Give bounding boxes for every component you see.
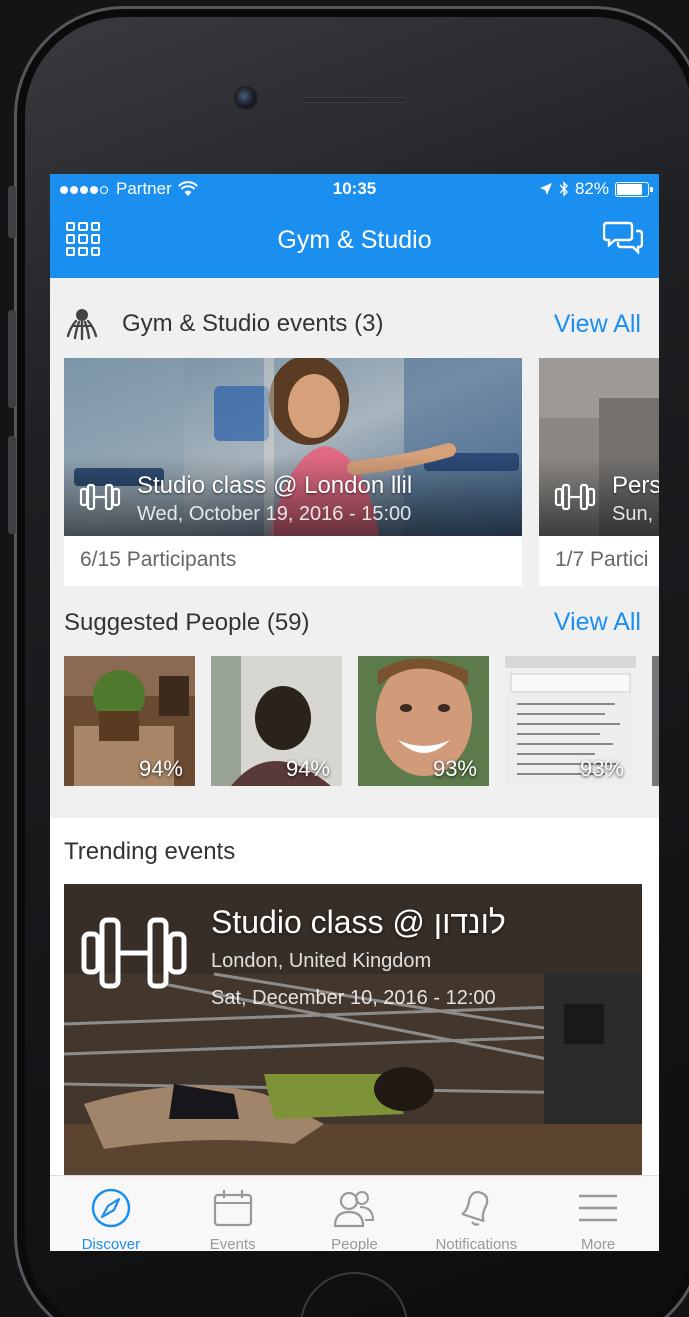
trending-title: Trending events	[64, 838, 236, 865]
match-percentage: 93%	[432, 756, 477, 781]
wifi-icon	[177, 181, 198, 196]
tab-label: Events	[209, 1236, 256, 1251]
event-name: Pers	[612, 472, 659, 499]
tab-label: Notifications	[435, 1236, 518, 1251]
event-card[interactable]: Pers Sun, 1/7 Partici	[539, 358, 659, 586]
octopus-category-icon	[66, 309, 98, 341]
gym-events-header: Gym & Studio events (3) View All	[64, 306, 641, 342]
trending-event-location: London, United Kingdom	[211, 950, 432, 972]
suggested-person-card[interactable]: 93%	[505, 656, 636, 786]
dumbbell-icon	[81, 917, 187, 989]
battery-percent: 82%	[574, 179, 609, 198]
dumbbell-icon	[79, 483, 121, 511]
trending-event-card[interactable]: Studio class @ לונדון London, United Kin…	[64, 884, 642, 1179]
event-date: Sun,	[612, 503, 654, 525]
tab-notifications[interactable]: Notifications	[415, 1176, 537, 1251]
suggested-person-card[interactable]: 94%	[211, 656, 342, 786]
volume-down-button	[8, 436, 16, 534]
app-screen: Partner 10:35 82% Gym & Studio Gym & Stu…	[50, 174, 659, 1251]
mute-switch	[8, 186, 16, 238]
suggested-people-row: 94% 94% 93% 93%	[64, 656, 659, 786]
gym-events-view-all-link[interactable]: View All	[554, 310, 641, 339]
suggested-people-header: Suggested People (59) View All	[64, 608, 641, 637]
status-bar: Partner 10:35 82%	[50, 174, 659, 204]
bluetooth-icon	[559, 181, 568, 197]
suggested-person-card[interactable]: 94%	[64, 656, 195, 786]
match-percentage: 93%	[579, 756, 624, 781]
match-percentage: 94%	[138, 756, 183, 781]
suggested-person-card[interactable]: 93%	[358, 656, 489, 786]
carrier-name: Partner	[116, 179, 172, 198]
event-participants: 6/15 Participants	[80, 548, 237, 571]
trending-event-name: Studio class @ לונדון	[211, 904, 506, 940]
suggested-person-card[interactable]	[652, 656, 659, 786]
battery-icon	[615, 181, 653, 197]
chat-bubbles-icon[interactable]	[603, 220, 643, 256]
trending-header: Trending events	[64, 838, 641, 866]
event-participants: 1/7 Partici	[555, 548, 649, 571]
tab-bar: Discover Events People Notifications Mor…	[50, 1175, 659, 1251]
signal-dots-icon	[60, 179, 110, 199]
front-camera	[234, 86, 258, 110]
volume-up-button	[8, 310, 16, 408]
location-arrow-icon	[539, 183, 552, 195]
navigation-bar: Gym & Studio	[50, 204, 659, 278]
tab-people[interactable]: People	[294, 1176, 416, 1251]
earpiece-speaker	[300, 97, 408, 103]
tab-label: Discover	[81, 1236, 141, 1251]
event-card[interactable]: Studio class @ London llil Wed, October …	[64, 358, 522, 586]
tab-events[interactable]: Events	[172, 1176, 294, 1251]
suggested-people-title: Suggested People (59)	[64, 608, 310, 636]
hamburger-icon	[579, 1194, 618, 1222]
tab-discover[interactable]: Discover	[50, 1176, 172, 1251]
event-name: Studio class @ London llil	[137, 472, 413, 499]
match-percentage: 94%	[285, 756, 330, 781]
gym-events-title: Gym & Studio events (3)	[122, 310, 384, 337]
compass-icon	[91, 1188, 131, 1228]
bell-icon	[461, 1191, 489, 1226]
event-date: Wed, October 19, 2016 - 15:00	[137, 503, 412, 525]
trending-event-date: Sat, December 10, 2016 - 12:00	[211, 987, 496, 1009]
tab-label: People	[331, 1236, 378, 1251]
people-icon	[334, 1191, 375, 1228]
dumbbell-icon	[554, 483, 596, 511]
tab-label: More	[580, 1236, 616, 1251]
tab-more[interactable]: More	[537, 1176, 659, 1251]
calendar-icon	[213, 1190, 252, 1227]
suggested-people-view-all-link[interactable]: View All	[554, 608, 641, 637]
page-title: Gym & Studio	[277, 226, 432, 254]
